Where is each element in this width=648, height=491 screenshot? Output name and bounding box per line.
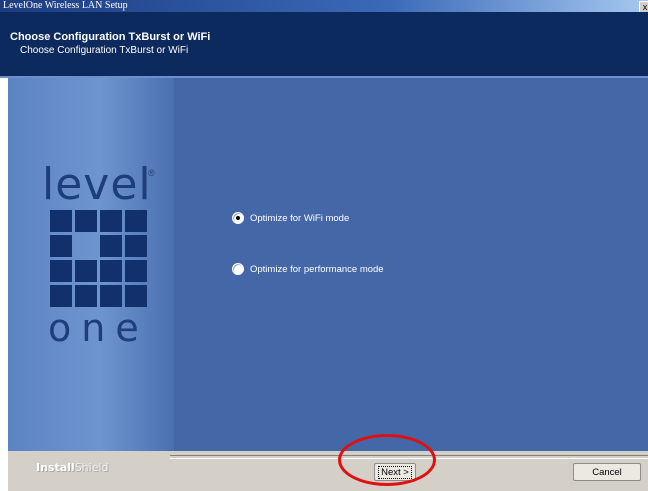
title-bar[interactable]: LevelOne Wireless LAN Setup x <box>0 0 648 13</box>
cancel-button[interactable]: Cancel <box>573 463 641 481</box>
levelone-logo: level ® one <box>8 78 174 451</box>
next-button[interactable]: Next > <box>374 463 416 481</box>
installshield-bold: Install <box>36 461 75 474</box>
window-title: LevelOne Wireless LAN Setup <box>3 0 128 11</box>
option-performance-mode-label: Optimize for performance mode <box>250 263 384 275</box>
installshield-logo: InstallShield <box>36 461 109 474</box>
page-subtitle: Choose Configuration TxBurst or WiFi <box>20 45 189 56</box>
setup-window: LevelOne Wireless LAN Setup x Choose Con… <box>0 0 648 491</box>
logo-grid-icon <box>50 210 150 310</box>
option-wifi-mode[interactable]: Optimize for WiFi mode <box>232 211 349 225</box>
footer-divider <box>170 455 648 459</box>
option-performance-mode[interactable]: Optimize for performance mode <box>232 262 384 276</box>
option-wifi-mode-label: Optimize for WiFi mode <box>250 212 350 224</box>
logo-level-text: level <box>42 159 152 210</box>
next-button-label: Next > <box>378 465 412 479</box>
installshield-light: Shield <box>74 461 109 474</box>
page-title: Choose Configuration TxBurst or WiFi <box>10 31 211 43</box>
radio-unselected-icon[interactable] <box>232 263 244 275</box>
logo-one-text: one <box>48 306 149 350</box>
wizard-header: Choose Configuration TxBurst or WiFi Cho… <box>0 12 648 76</box>
wizard-footer: InstallShield Next > Cancel <box>8 451 648 491</box>
logo-registered-mark: ® <box>148 168 155 178</box>
radio-selected-icon[interactable] <box>232 212 244 224</box>
